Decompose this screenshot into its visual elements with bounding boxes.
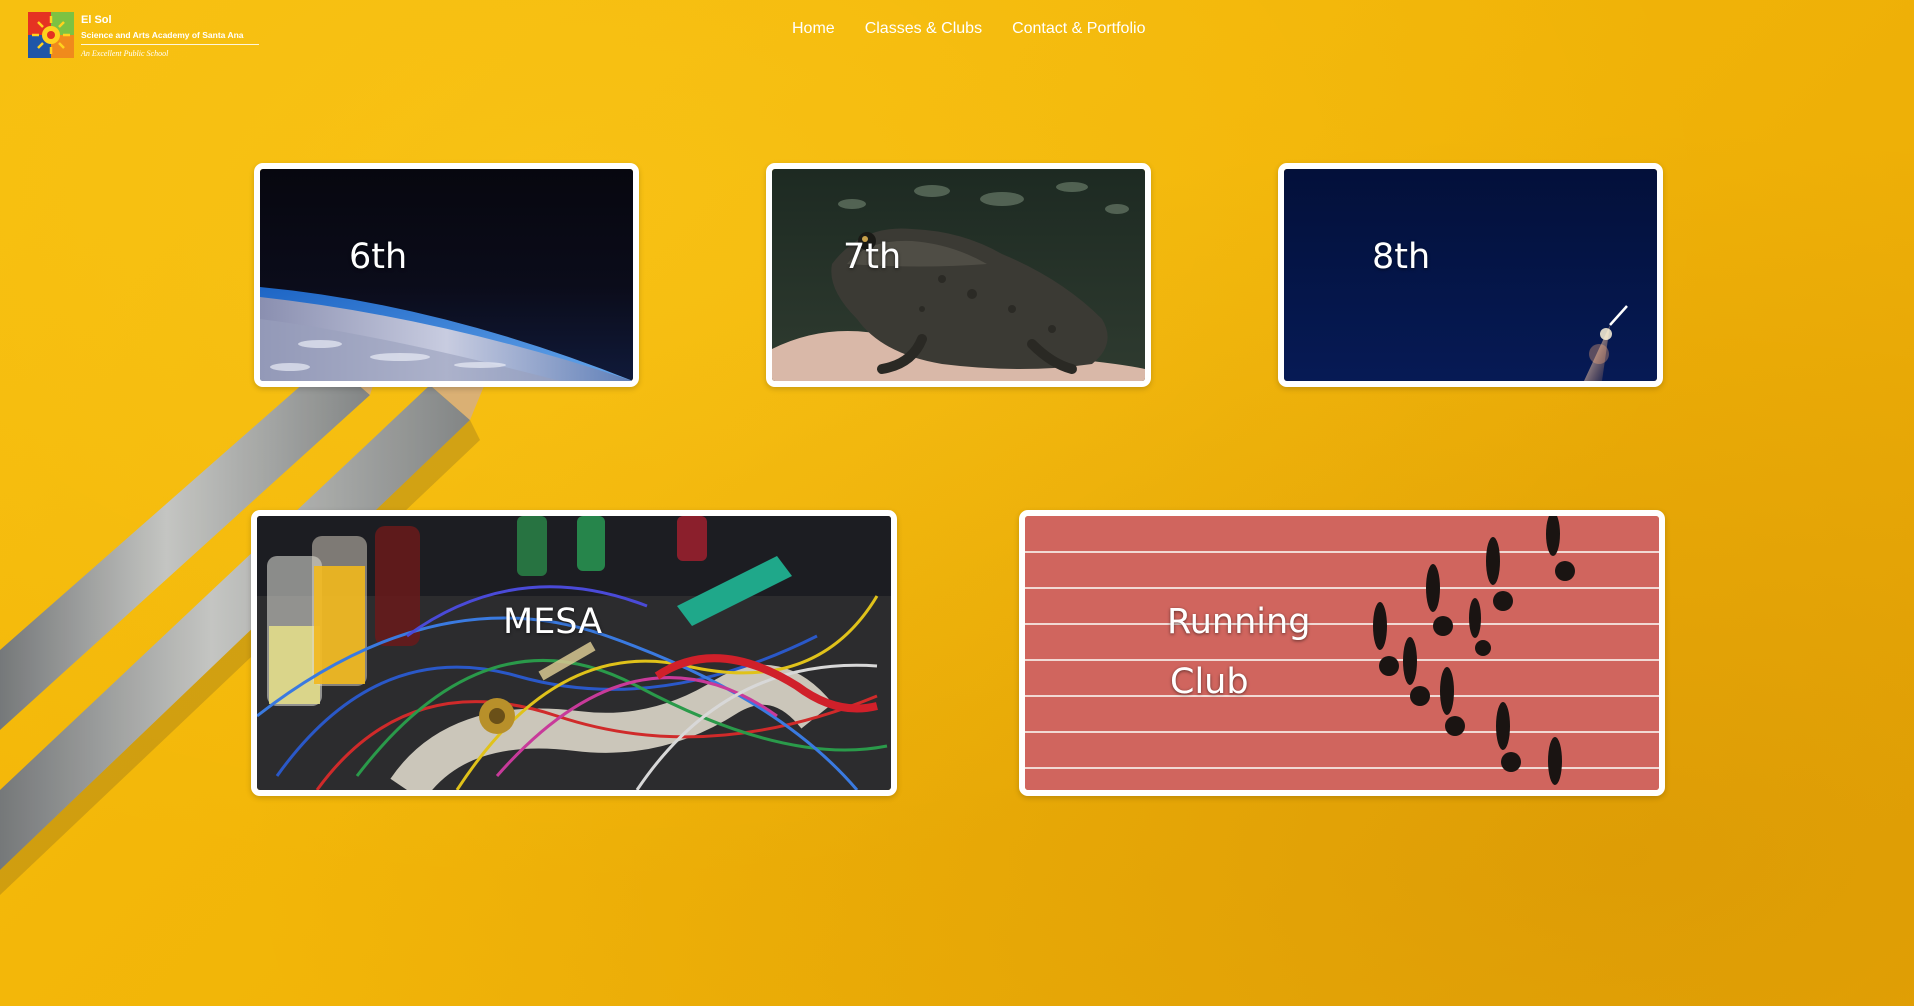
card-6th-label: 6th: [349, 237, 408, 277]
card-running-label-line2: Club: [1170, 662, 1249, 702]
card-6th-grade[interactable]: 6th: [254, 163, 639, 387]
card-mesa-club[interactable]: MESA: [251, 510, 897, 796]
sun-logo-icon: [28, 12, 74, 58]
frog-on-hand-image: [772, 169, 1145, 381]
card-running-label-line1: Running: [1167, 602, 1311, 642]
school-logo[interactable]: El Sol Science and Arts Academy of Santa…: [28, 12, 260, 64]
card-7th-label: 7th: [843, 237, 902, 277]
rocket-launch-image: [1284, 169, 1657, 381]
main-nav: Home Classes & Clubs Contact & Portfolio: [792, 20, 1145, 38]
nav-contact-portfolio-link[interactable]: Contact & Portfolio: [1012, 20, 1145, 38]
card-7th-grade[interactable]: 7th: [766, 163, 1151, 387]
card-8th-label: 8th: [1372, 237, 1431, 277]
card-running-club[interactable]: Running Club: [1019, 510, 1665, 796]
earth-from-space-image: [260, 169, 633, 381]
nav-home-link[interactable]: Home: [792, 20, 835, 38]
card-8th-grade[interactable]: 8th: [1278, 163, 1663, 387]
background-pencils-image: [0, 315, 505, 895]
logo-title: El Sol: [81, 14, 112, 26]
logo-divider: [81, 44, 259, 45]
card-mesa-label: MESA: [503, 602, 603, 642]
electronics-wires-image: [257, 516, 891, 790]
logo-tagline: An Excellent Public School: [81, 49, 169, 58]
running-track-image: [1025, 516, 1659, 790]
nav-classes-clubs-link[interactable]: Classes & Clubs: [865, 20, 982, 38]
logo-subtitle: Science and Arts Academy of Santa Ana: [81, 30, 244, 40]
